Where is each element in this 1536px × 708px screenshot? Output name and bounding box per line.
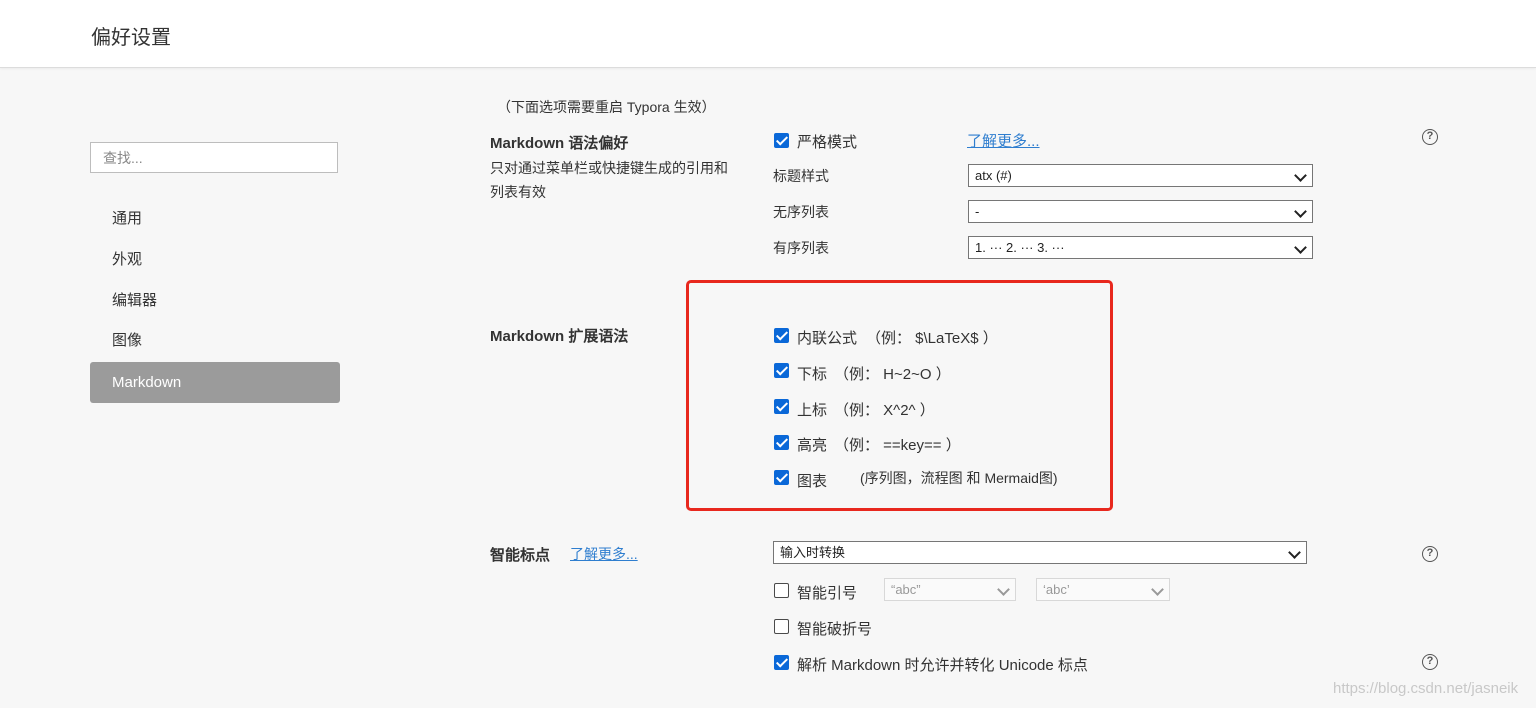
smart-quotes-label: 智能引号 xyxy=(797,585,858,602)
ordered-list-value: 1. ··· 2. ··· 3. ··· xyxy=(975,240,1065,255)
diagram-label: 图表 xyxy=(797,473,828,490)
chevron-down-icon xyxy=(1294,169,1307,182)
unordered-list-value: - xyxy=(975,204,980,219)
double-quote-style-select[interactable]: “abc” xyxy=(884,578,1016,601)
help-icon[interactable]: ? xyxy=(1422,546,1438,562)
chevron-down-icon xyxy=(1294,205,1307,218)
heading-style-label: 标题样式 xyxy=(773,168,829,184)
unordered-list-label: 无序列表 xyxy=(773,204,829,220)
help-icon-glyph: ? xyxy=(1426,655,1434,667)
diagram-example: (序列图，流程图 和 Mermaid图) xyxy=(860,470,1058,486)
single-quote-style-select[interactable]: ‘abc’ xyxy=(1036,578,1170,601)
heading-style-value: atx (#) xyxy=(975,168,1012,183)
chevron-down-icon xyxy=(997,583,1010,596)
sidebar-item-general[interactable]: 通用 xyxy=(90,198,340,239)
sidebar-item-markdown[interactable]: Markdown xyxy=(90,362,340,403)
search-input[interactable] xyxy=(90,142,338,173)
smart-punct-title: 智能标点 xyxy=(490,547,551,564)
smart-dash-label: 智能破折号 xyxy=(797,621,873,638)
watermark: https://blog.csdn.net/jasneik xyxy=(1333,680,1519,697)
smart-punct-mode-value: 输入时转换 xyxy=(780,545,846,560)
ordered-list-label: 有序列表 xyxy=(773,240,829,256)
superscript-label: 上标 xyxy=(797,402,828,419)
help-icon-glyph: ? xyxy=(1426,547,1434,559)
help-icon[interactable]: ? xyxy=(1422,129,1438,145)
learn-more-link[interactable]: 了解更多... xyxy=(967,130,1040,151)
chevron-down-icon xyxy=(1288,546,1301,559)
strict-mode-checkbox[interactable] xyxy=(774,133,789,148)
unordered-list-select[interactable]: - xyxy=(968,200,1313,223)
inline-math-example: （例： $\LaTeX$ ） xyxy=(866,330,998,347)
syntax-pref-title: Markdown 语法偏好 xyxy=(490,135,629,152)
sidebar-item-image[interactable]: 图像 xyxy=(90,320,340,361)
chevron-down-icon xyxy=(1151,583,1164,596)
diagram-checkbox[interactable] xyxy=(774,470,789,485)
smart-quotes-checkbox[interactable] xyxy=(774,583,789,598)
double-quote-style-value: “abc” xyxy=(891,582,921,597)
chevron-down-icon xyxy=(1294,241,1307,254)
superscript-example: （例： X^2^ ） xyxy=(834,402,935,419)
unicode-punct-label: 解析 Markdown 时允许并转化 Unicode 标点 xyxy=(797,657,1088,674)
strict-mode-label: 严格模式 xyxy=(797,134,858,151)
subscript-label: 下标 xyxy=(797,366,828,383)
highlight-label: 高亮 xyxy=(797,437,828,454)
extended-syntax-title: Markdown 扩展语法 xyxy=(490,328,629,345)
highlight-example: （例： ==key== ） xyxy=(834,437,961,454)
smart-punct-mode-select[interactable]: 输入时转换 xyxy=(773,541,1307,564)
superscript-checkbox[interactable] xyxy=(774,399,789,414)
subscript-checkbox[interactable] xyxy=(774,363,789,378)
syntax-pref-desc: 只对通过菜单栏或快捷键生成的引用和列表有效 xyxy=(490,160,728,200)
single-quote-style-value: ‘abc’ xyxy=(1043,582,1070,597)
window-title: 偏好设置 xyxy=(91,27,171,49)
inline-math-label: 内联公式 xyxy=(797,330,858,347)
subscript-example: （例： H~2~O ） xyxy=(834,366,951,383)
inline-math-checkbox[interactable] xyxy=(774,328,789,343)
highlight-checkbox[interactable] xyxy=(774,435,789,450)
smart-dash-checkbox[interactable] xyxy=(774,619,789,634)
heading-style-select[interactable]: atx (#) xyxy=(968,164,1313,187)
help-icon-glyph: ? xyxy=(1426,130,1434,142)
sidebar-item-editor[interactable]: 编辑器 xyxy=(90,280,340,321)
ordered-list-select[interactable]: 1. ··· 2. ··· 3. ··· xyxy=(968,236,1313,259)
title-bar: 偏好设置 xyxy=(0,0,1536,68)
help-icon[interactable]: ? xyxy=(1422,654,1438,670)
unicode-punct-checkbox[interactable] xyxy=(774,655,789,670)
sidebar-item-appearance[interactable]: 外观 xyxy=(90,239,340,280)
restart-note: （下面选项需要重启 Typora 生效） xyxy=(497,99,716,115)
smart-punct-learn-more-link[interactable]: 了解更多... xyxy=(570,544,638,564)
